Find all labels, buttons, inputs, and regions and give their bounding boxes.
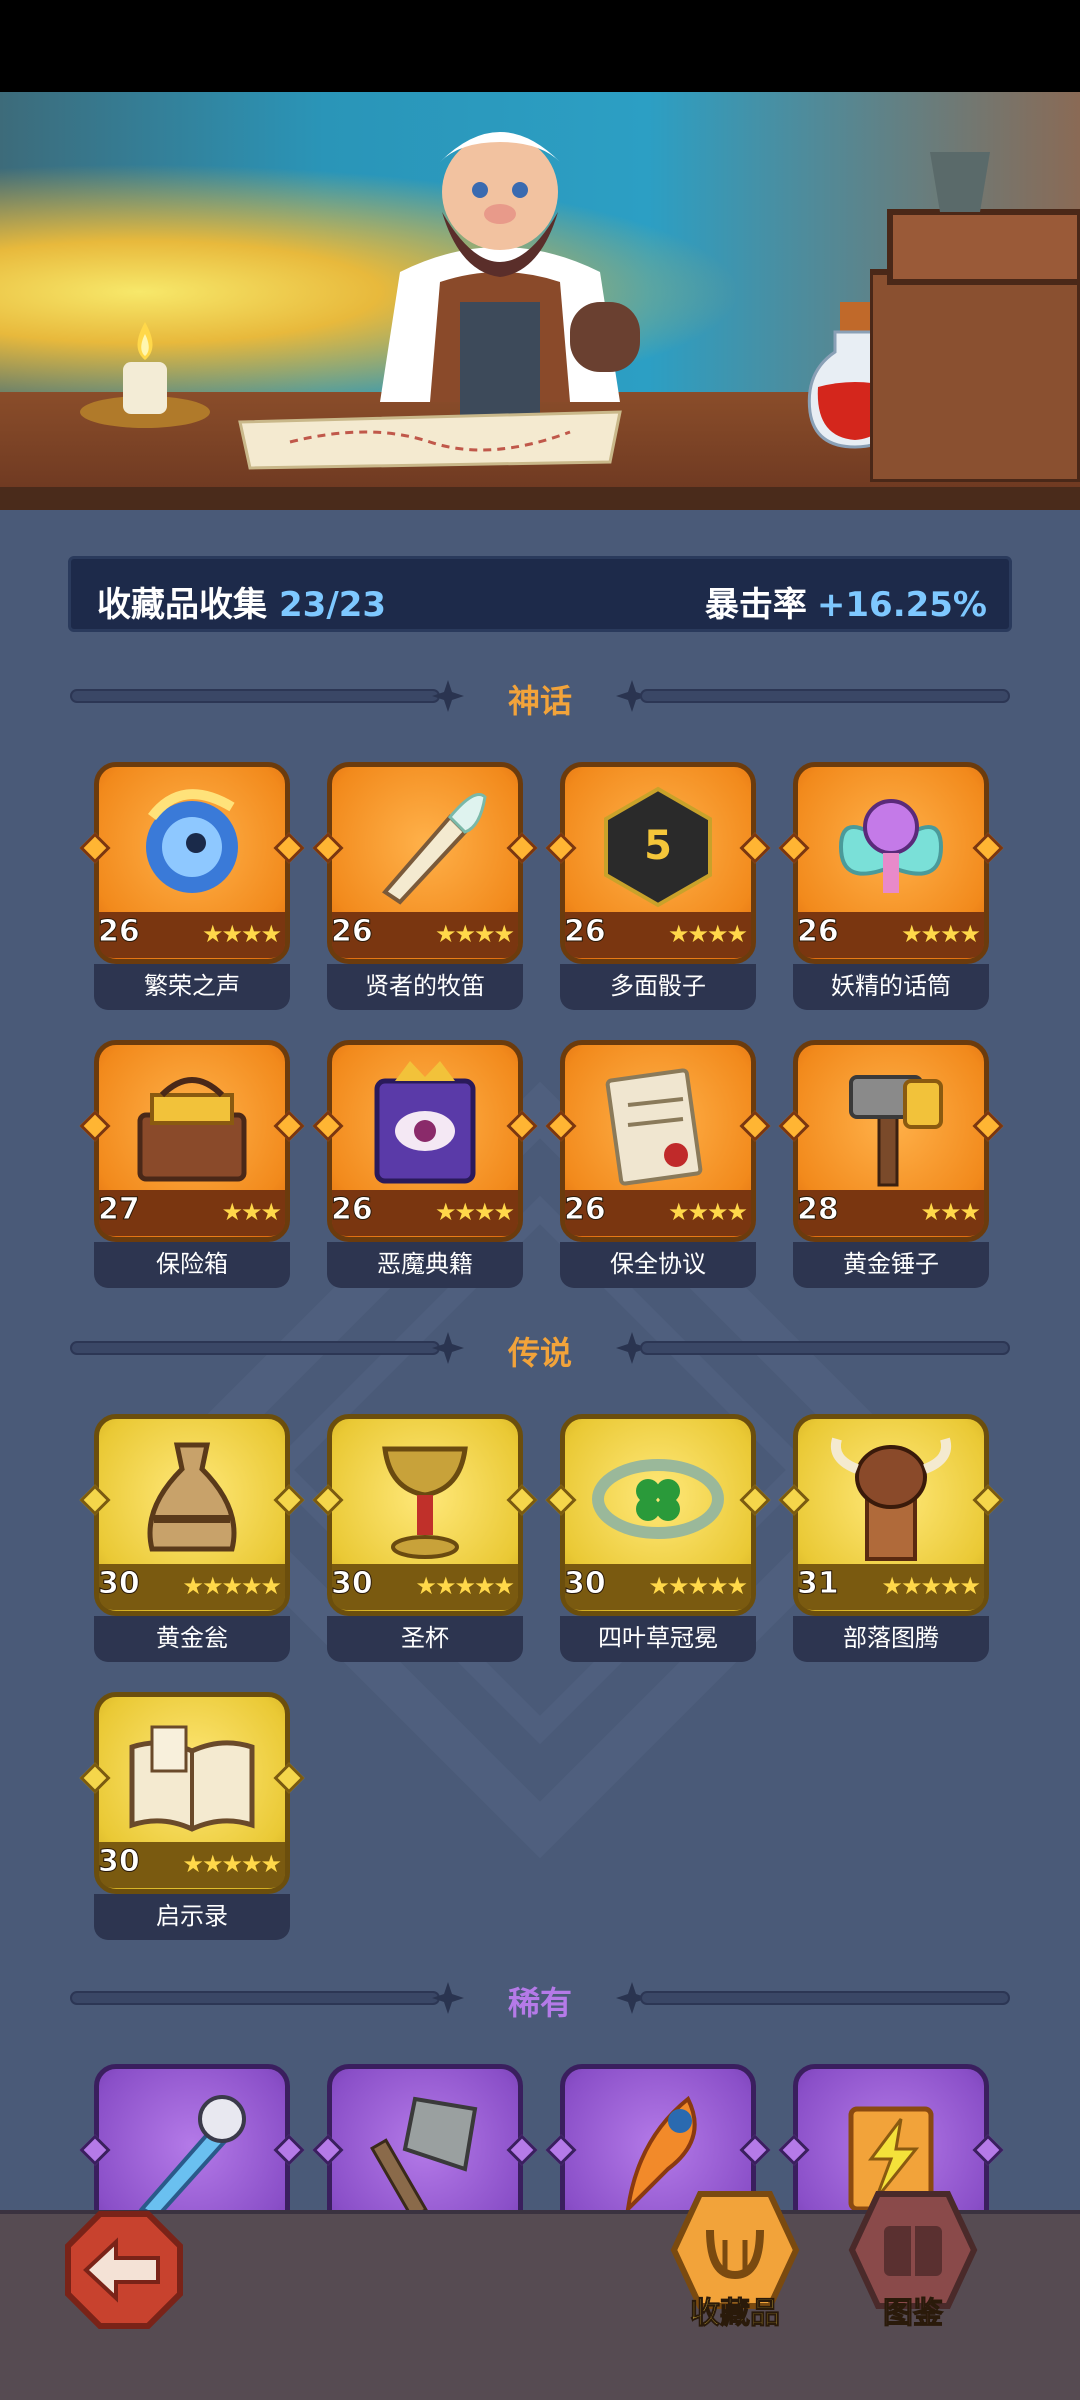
collectible-card[interactable] <box>79 2064 305 2210</box>
item-stars: ★★★★ <box>667 920 748 948</box>
item-name: 黄金瓮 <box>94 1616 290 1662</box>
item-stars: ★★★★ <box>434 1198 515 1226</box>
treasure-chest-icon <box>137 1077 247 1182</box>
section-divider-mythic: 神话 <box>70 674 1010 720</box>
item-level: 30 <box>564 1566 607 1602</box>
collection-summary-bar: 收藏品收集 23/23 暴击率 +16.25% <box>68 556 1012 632</box>
collectible-card[interactable]: 28 ★★★ 黄金锤子 <box>778 1040 1004 1290</box>
blue-swirl-charm-icon <box>146 789 238 893</box>
item-level: 27 <box>98 1192 141 1228</box>
golden-hammer-icon <box>849 1075 943 1187</box>
fairy-microphone-icon <box>838 799 944 893</box>
collectible-card[interactable]: 27 ★★★ 保险箱 <box>79 1040 305 1290</box>
item-level: 26 <box>564 914 607 950</box>
item-level: 26 <box>564 1192 607 1228</box>
clover-crown-icon <box>592 1459 724 1539</box>
back-button[interactable] <box>64 2210 184 2330</box>
section-divider-rare: 稀有 <box>70 1976 1010 2022</box>
item-stars: ★★★★ <box>667 1198 748 1226</box>
collectible-card[interactable]: 30 ★★★★★ 圣杯 <box>312 1414 538 1664</box>
crit-rate-value: +16.25% <box>816 585 987 625</box>
item-stars: ★★★★ <box>434 920 515 948</box>
item-level: 30 <box>331 1566 374 1602</box>
item-stars: ★★★★★ <box>415 1572 515 1600</box>
scroll-contract-icon <box>605 1068 703 1186</box>
item-level: 26 <box>331 1192 374 1228</box>
collectible-card[interactable]: 30 ★★★★★ 黄金瓮 <box>79 1414 305 1664</box>
item-stars: ★★★★ <box>900 920 981 948</box>
item-level: 26 <box>797 914 840 950</box>
item-level: 28 <box>797 1192 840 1228</box>
item-stars: ★★★ <box>221 1198 282 1226</box>
ice-sword-icon <box>138 2095 246 2210</box>
item-stars: ★★★★★ <box>648 1572 748 1600</box>
banner-table-edge <box>0 487 1080 510</box>
tab-collection-label: 收藏品 <box>690 2296 781 2332</box>
item-name: 部落图腾 <box>793 1616 989 1662</box>
item-name: 启示录 <box>94 1894 290 1940</box>
item-stars: ★★★★★ <box>182 1850 282 1878</box>
collectible-card[interactable] <box>312 2064 538 2210</box>
item-stars: ★★★ <box>920 1198 981 1226</box>
item-level: 30 <box>98 1566 141 1602</box>
feather-pipe-icon <box>382 793 487 905</box>
item-stars: ★★★★★ <box>182 1572 282 1600</box>
open-book-icon <box>129 1725 255 1832</box>
item-name: 多面骰子 <box>560 964 756 1010</box>
collection-label: 收藏品收集 <box>97 585 267 625</box>
collectible-card[interactable]: 5 26 ★★★★ 多面骰子 <box>545 762 771 1012</box>
collectible-card[interactable]: 26 ★★★★ 保全协议 <box>545 1040 771 1290</box>
item-level: 26 <box>98 914 141 950</box>
golden-urn-icon <box>147 1442 237 1552</box>
shop-shelf-icon <box>870 152 1080 482</box>
tab-codex-label: 图鉴 <box>883 2296 944 2332</box>
item-name: 保险箱 <box>94 1242 290 1288</box>
item-name: 繁荣之声 <box>94 964 290 1010</box>
collectible-card[interactable]: 26 ★★★★ 贤者的牧笛 <box>312 762 538 1012</box>
collectible-card[interactable]: 26 ★★★★ 繁荣之声 <box>79 762 305 1012</box>
item-name: 保全协议 <box>560 1242 756 1288</box>
status-bar <box>0 0 1080 92</box>
item-name: 恶魔典籍 <box>327 1242 523 1288</box>
item-name: 四叶草冠冕 <box>560 1616 756 1662</box>
item-level: 26 <box>331 914 374 950</box>
tab-collection[interactable]: 收藏品 <box>660 2180 810 2332</box>
item-level: 30 <box>98 1844 141 1880</box>
collectible-card[interactable]: 30 ★★★★★ 启示录 <box>79 1692 305 1942</box>
section-divider-legendary: 传说 <box>70 1326 1010 1372</box>
d20-dice-icon: 5 <box>604 786 712 908</box>
item-name: 圣杯 <box>327 1616 523 1662</box>
item-name: 贤者的牧笛 <box>327 964 523 1010</box>
item-stars: ★★★★★ <box>881 1572 981 1600</box>
collectible-card[interactable]: 30 ★★★★★ 四叶草冠冕 <box>545 1414 771 1664</box>
crit-rate-label: 暴击率 <box>704 585 807 625</box>
collectible-card[interactable]: 31 ★★★★★ 部落图腾 <box>778 1414 1004 1664</box>
collectible-card[interactable]: 26 ★★★★ 妖精的话筒 <box>778 762 1004 1012</box>
item-name: 妖精的话筒 <box>793 964 989 1010</box>
holy-grail-icon <box>382 1446 468 1559</box>
candle-icon <box>80 322 210 428</box>
treasure-map-icon <box>238 410 622 470</box>
item-name: 黄金锤子 <box>793 1242 989 1288</box>
demon-tome-icon <box>374 1061 476 1184</box>
dwarf-merchant-icon <box>380 132 640 422</box>
collection-panel[interactable]: 收藏品收集 23/23 暴击率 +16.25% 神话 传说 稀有 26 ★★★★ 繁荣之… <box>0 510 1080 2210</box>
collectible-card[interactable]: 26 ★★★★ 恶魔典籍 <box>312 1040 538 1290</box>
item-level: 31 <box>797 1566 840 1602</box>
item-stars: ★★★★ <box>201 920 282 948</box>
tab-codex[interactable]: 图鉴 <box>838 2180 988 2332</box>
shop-banner <box>0 92 1080 510</box>
svg-text:5: 5 <box>644 823 672 869</box>
tribal-totem-icon <box>831 1437 951 1561</box>
stone-axe-icon <box>370 2096 478 2210</box>
collection-count: 23/23 <box>279 585 387 625</box>
